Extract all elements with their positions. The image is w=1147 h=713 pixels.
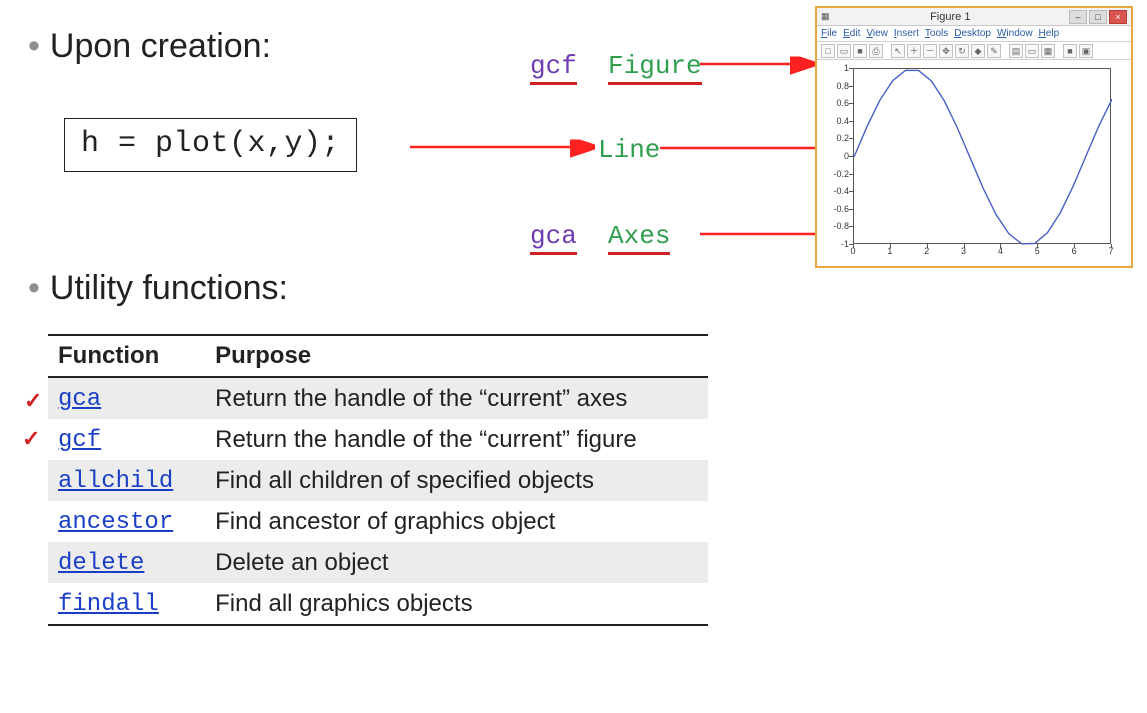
label-axes: Axes — [608, 221, 670, 255]
tool-datatip-icon[interactable]: ◆ — [971, 44, 985, 58]
label-line: Line — [598, 135, 660, 165]
checkmark-icon: ✓ — [24, 388, 42, 414]
tool-hide-icon[interactable]: ▦ — [1041, 44, 1055, 58]
bullet-dot: • — [28, 271, 40, 305]
fn-link-ancestor[interactable]: ancestor — [58, 509, 173, 536]
figure-titlebar: ▦ Figure 1 – □ × — [817, 8, 1131, 26]
menu-help[interactable]: Help — [1039, 28, 1060, 39]
tool-zoomin-icon[interactable]: ＋ — [907, 44, 921, 58]
label-figure: Figure — [608, 51, 702, 85]
tool-zoomout-icon[interactable]: － — [923, 44, 937, 58]
tool-save-icon[interactable]: ■ — [853, 44, 867, 58]
fn-purpose: Find ancestor of graphics object — [205, 501, 708, 542]
label-gca: gca — [530, 221, 577, 255]
tool-colorbar-icon[interactable]: ▤ — [1009, 44, 1023, 58]
line-plot-svg — [854, 69, 1112, 245]
y-tick-label: -0.8 — [819, 221, 849, 231]
x-tick-label: 4 — [990, 246, 1010, 256]
heading-text: Utility functions: — [50, 268, 288, 308]
label-gcf: gcf — [530, 51, 577, 85]
menu-desktop[interactable]: Desktop — [954, 28, 991, 39]
tool-legend-icon[interactable]: ▭ — [1025, 44, 1039, 58]
table-row: delete Delete an object — [48, 542, 708, 583]
window-controls: – □ × — [1069, 10, 1127, 24]
fn-purpose: Find all children of specified objects — [205, 460, 708, 501]
axes-box — [853, 68, 1111, 244]
tool-brush-icon[interactable]: ✎ — [987, 44, 1001, 58]
table-row: ancestor Find ancestor of graphics objec… — [48, 501, 708, 542]
menu-window[interactable]: Window — [997, 28, 1033, 39]
tool-dock2-icon[interactable]: ▣ — [1079, 44, 1093, 58]
x-tick-label: 3 — [954, 246, 974, 256]
figure-title: Figure 1 — [832, 11, 1069, 23]
x-tick-label: 2 — [917, 246, 937, 256]
tool-rotate-icon[interactable]: ↻ — [955, 44, 969, 58]
figure-menubar: File Edit View Insert Tools Desktop Wind… — [817, 26, 1131, 42]
tool-new-icon[interactable]: □ — [821, 44, 835, 58]
x-tick-label: 6 — [1064, 246, 1084, 256]
table-row: findall Find all graphics objects — [48, 583, 708, 625]
heading-upon-creation: • Upon creation: — [28, 26, 271, 66]
table-row: gcf Return the handle of the “current” f… — [48, 419, 708, 460]
minimize-button[interactable]: – — [1069, 10, 1087, 24]
menu-tools[interactable]: Tools — [925, 28, 948, 39]
fn-link-gca[interactable]: gca — [58, 386, 101, 413]
menu-file[interactable]: File — [821, 28, 837, 39]
annotation-line: Line — [598, 135, 660, 165]
fn-link-allchild[interactable]: allchild — [58, 468, 173, 495]
menu-view[interactable]: View — [866, 28, 888, 39]
bullet-dot: • — [28, 29, 40, 63]
tool-open-icon[interactable]: ▭ — [837, 44, 851, 58]
utility-functions-table: Function Purpose gca Return the handle o… — [48, 334, 708, 626]
tool-pointer-icon[interactable]: ↖ — [891, 44, 905, 58]
matlab-figure-window: ▦ Figure 1 – □ × File Edit View Insert T… — [815, 6, 1133, 268]
close-button[interactable]: × — [1109, 10, 1127, 24]
annotation-gcf: gcf Figure — [530, 51, 702, 81]
code-text: h = plot(x,y); — [81, 127, 340, 161]
annotation-gca: gca Axes — [530, 221, 670, 251]
figure-toolbar: □ ▭ ■ ⎙ ↖ ＋ － ✥ ↻ ◆ ✎ ▤ ▭ ▦ ■ ▣ — [817, 42, 1131, 60]
table-row: allchild Find all children of specified … — [48, 460, 708, 501]
figure-plotarea: -1-0.8-0.6-0.4-0.200.20.40.60.8101234567 — [817, 60, 1131, 258]
fn-purpose: Find all graphics objects — [205, 583, 708, 625]
fn-purpose: Return the handle of the “current” figur… — [205, 419, 708, 460]
tool-pan-icon[interactable]: ✥ — [939, 44, 953, 58]
fn-link-delete[interactable]: delete — [58, 550, 144, 577]
y-tick-label: 0.2 — [819, 133, 849, 143]
y-tick-label: 0.6 — [819, 98, 849, 108]
y-tick-label: 0 — [819, 151, 849, 161]
x-tick-label: 0 — [843, 246, 863, 256]
table-row: gca Return the handle of the “current” a… — [48, 377, 708, 419]
y-tick-label: 1 — [819, 63, 849, 73]
maximize-button[interactable]: □ — [1089, 10, 1107, 24]
heading-text: Upon creation: — [50, 26, 271, 66]
tool-dock-icon[interactable]: ■ — [1063, 44, 1077, 58]
x-tick-label: 7 — [1101, 246, 1121, 256]
y-tick-label: 0.8 — [819, 81, 849, 91]
app-icon: ▦ — [821, 11, 830, 22]
x-tick-label: 5 — [1027, 246, 1047, 256]
x-tick-label: 1 — [880, 246, 900, 256]
menu-insert[interactable]: Insert — [894, 28, 919, 39]
fn-purpose: Return the handle of the “current” axes — [205, 377, 708, 419]
heading-utility-functions: • Utility functions: — [28, 268, 288, 308]
table-header-function: Function — [48, 335, 205, 377]
y-tick-label: -0.4 — [819, 186, 849, 196]
fn-link-findall[interactable]: findall — [58, 591, 159, 618]
y-tick-label: -0.2 — [819, 169, 849, 179]
code-plot-call: h = plot(x,y); — [64, 118, 357, 172]
y-tick-label: -0.6 — [819, 204, 849, 214]
fn-purpose: Delete an object — [205, 542, 708, 583]
fn-link-gcf[interactable]: gcf — [58, 427, 101, 454]
menu-edit[interactable]: Edit — [843, 28, 860, 39]
y-tick-label: 0.4 — [819, 116, 849, 126]
tool-print-icon[interactable]: ⎙ — [869, 44, 883, 58]
checkmark-icon: ✓ — [22, 426, 40, 452]
table-header-purpose: Purpose — [205, 335, 708, 377]
